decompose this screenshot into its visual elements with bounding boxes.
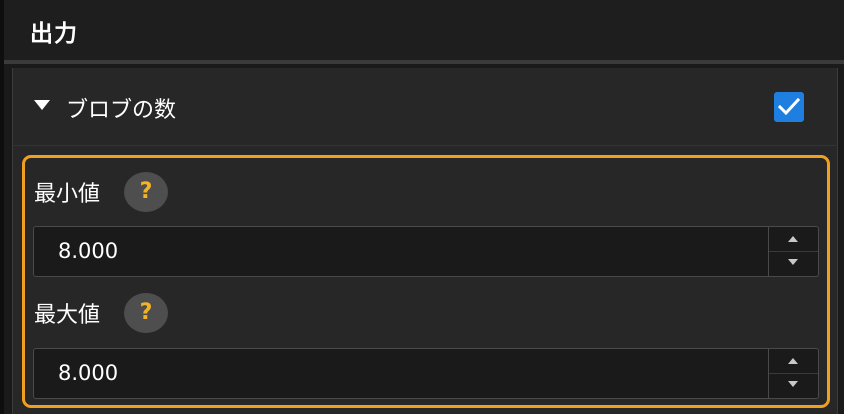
arrow-up-icon xyxy=(788,358,798,364)
output-header: 出力 xyxy=(4,0,844,60)
section-header-blob-count[interactable]: ブロブの数 xyxy=(12,68,838,146)
min-value-help-icon[interactable]: ? xyxy=(124,172,168,212)
max-value-spinbox[interactable]: 8.000 xyxy=(33,348,819,399)
expand-triangle-icon[interactable] xyxy=(34,100,50,110)
max-value-increment-button[interactable] xyxy=(769,349,818,374)
header-divider xyxy=(4,60,844,64)
min-value-increment-button[interactable] xyxy=(769,227,818,252)
max-value-help-icon[interactable]: ? xyxy=(124,293,168,333)
section-enable-checkbox[interactable] xyxy=(774,92,804,122)
checkmark-icon xyxy=(778,97,800,116)
max-value-spin-buttons xyxy=(768,349,818,398)
min-value-label: 最小値 xyxy=(34,182,101,207)
min-value-input[interactable]: 8.000 xyxy=(58,239,118,263)
max-value-label: 最大値 xyxy=(34,303,101,328)
max-value-decrement-button[interactable] xyxy=(769,373,818,397)
arrow-down-icon xyxy=(788,259,798,265)
arrow-down-icon xyxy=(788,381,798,387)
section-title: ブロブの数 xyxy=(66,98,177,123)
header-title: 出力 xyxy=(30,21,78,47)
max-value-input[interactable]: 8.000 xyxy=(58,361,118,385)
min-value-decrement-button[interactable] xyxy=(769,251,818,275)
arrow-up-icon xyxy=(788,236,798,242)
min-value-spinbox[interactable]: 8.000 xyxy=(33,226,819,277)
min-value-spin-buttons xyxy=(768,227,818,276)
